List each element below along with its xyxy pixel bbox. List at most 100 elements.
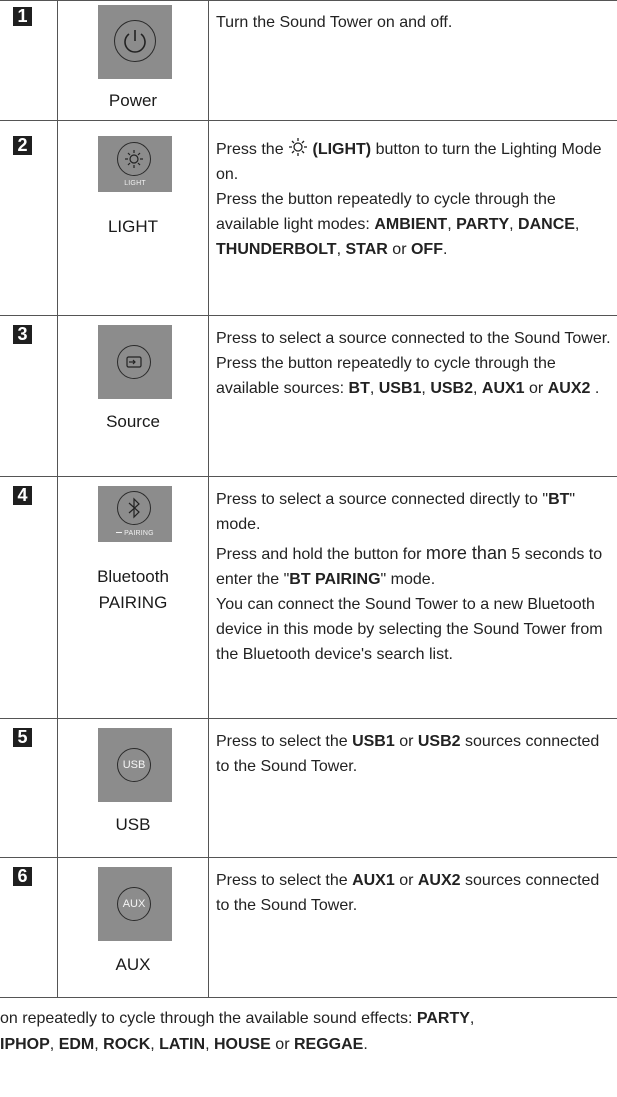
description-line: Press to select a source connected direc… bbox=[216, 487, 614, 537]
hold-dash-icon bbox=[116, 532, 123, 533]
bold-term: USB2 bbox=[430, 380, 473, 397]
button-label: PAIRING bbox=[98, 593, 168, 612]
text-run: or bbox=[270, 1036, 294, 1053]
description-line: Press the (LIGHT) button to turn the Lig… bbox=[216, 137, 614, 187]
bold-term: REGGAE bbox=[293, 1036, 364, 1053]
bold-term: PARTY bbox=[416, 1010, 470, 1027]
bold-term: THUNDERBOLT bbox=[216, 241, 337, 258]
icon-text: USB bbox=[122, 759, 146, 771]
table-row: 6 AUX AUX Press to select the AUX1 or AU… bbox=[0, 857, 617, 997]
bold-term: EDM bbox=[58, 1036, 95, 1053]
bold-term: ROCK bbox=[103, 1036, 151, 1053]
text-run: Press and hold the button for bbox=[216, 546, 426, 563]
bluetooth-button-illustration: PAIRING bbox=[98, 486, 172, 542]
bold-term: LATIN bbox=[159, 1036, 206, 1053]
bold-term: AUX2 bbox=[417, 872, 461, 889]
bold-term: AUX2 bbox=[547, 380, 591, 397]
source-button-illustration bbox=[98, 325, 172, 399]
row-description: Press the (LIGHT) button to turn the Lig… bbox=[216, 137, 614, 262]
bold-term: USB1 bbox=[352, 733, 395, 750]
bold-term: STAR bbox=[345, 241, 388, 258]
bluetooth-icon bbox=[117, 491, 151, 525]
bold-term: IPHOP bbox=[0, 1036, 50, 1053]
button-label: AUX bbox=[115, 955, 151, 974]
table-row: 4 PAIRING Bluetooth PAIRING Press to sel… bbox=[0, 476, 617, 718]
light-button-illustration: LIGHT bbox=[98, 136, 172, 192]
table-col-rule bbox=[57, 857, 58, 997]
row-description: Press to select the AUX1 or AUX2 sources… bbox=[216, 868, 614, 918]
row-number-badge: 2 bbox=[13, 136, 32, 155]
footer-line: IPHOP, EDM, ROCK, LATIN, HOUSE or REGGAE… bbox=[0, 1036, 368, 1053]
bold-term: AUX1 bbox=[481, 380, 525, 397]
button-label: USB bbox=[115, 815, 151, 834]
row-description: Turn the Sound Tower on and off. bbox=[216, 10, 614, 35]
usb-icon: USB bbox=[117, 748, 151, 782]
button-caption: LIGHT bbox=[124, 180, 146, 187]
bold-term: USB1 bbox=[378, 380, 422, 397]
bold-term: AUX1 bbox=[352, 872, 395, 889]
description-line: Press and hold the button for more than … bbox=[216, 541, 614, 592]
row-number-badge: 6 bbox=[13, 867, 32, 886]
text-run: Press the bbox=[216, 141, 289, 158]
power-button-illustration bbox=[98, 5, 172, 79]
bold-term: BT bbox=[548, 491, 570, 508]
text-run: . bbox=[363, 1036, 368, 1053]
row-number-badge: 1 bbox=[13, 7, 32, 26]
text-run: Press to select the bbox=[216, 733, 353, 750]
bold-term: USB2 bbox=[417, 733, 461, 750]
text-run: or bbox=[387, 241, 411, 258]
power-icon bbox=[114, 20, 156, 62]
bold-term: OFF bbox=[410, 241, 443, 258]
bold-term: (LIGHT) bbox=[312, 141, 372, 158]
description-line: Press the button repeatedly to cycle thr… bbox=[216, 355, 600, 397]
bold-term: HOUSE bbox=[213, 1036, 271, 1053]
icon-text: AUX bbox=[122, 898, 146, 910]
aux-button-illustration: AUX bbox=[98, 867, 172, 941]
button-label: Bluetooth bbox=[97, 567, 169, 586]
text-run: more than bbox=[425, 543, 507, 563]
description-line: You can connect the Sound Tower to a new… bbox=[216, 596, 603, 663]
description-line: Press to select a source connected to th… bbox=[216, 330, 611, 347]
bold-term: PARTY bbox=[456, 216, 510, 233]
description-line: Press to select the USB1 or USB2 sources… bbox=[216, 729, 614, 779]
row-description: Press to select a source connected direc… bbox=[216, 487, 614, 667]
button-label: Power bbox=[108, 91, 158, 110]
footer-line: on repeatedly to cycle through the avail… bbox=[0, 1006, 617, 1032]
table-col-rule bbox=[208, 857, 209, 997]
text-run: , bbox=[469, 1010, 475, 1027]
text-run: on repeatedly to cycle through the avail… bbox=[0, 1010, 417, 1027]
table-row: 5 USB USB Press to select the USB1 or US… bbox=[0, 718, 617, 857]
text-run: " mode. bbox=[380, 571, 436, 588]
button-label: LIGHT bbox=[107, 217, 159, 236]
bold-term: DANCE bbox=[518, 216, 575, 233]
aux-icon: AUX bbox=[117, 887, 151, 921]
text-run: or bbox=[394, 733, 418, 750]
caption-text: PAIRING bbox=[124, 530, 154, 537]
row-number-badge: 5 bbox=[13, 728, 32, 747]
table-row: 3 Source Press to select a source connec… bbox=[0, 315, 617, 476]
footer-text: on repeatedly to cycle through the avail… bbox=[0, 1006, 617, 1058]
description-line: Press the button repeatedly to cycle thr… bbox=[216, 191, 580, 258]
description-line: Turn the Sound Tower on and off. bbox=[216, 14, 453, 31]
row-number-badge: 3 bbox=[13, 325, 32, 344]
button-label: Source bbox=[106, 412, 160, 431]
text-run: or bbox=[524, 380, 548, 397]
table-rule bbox=[0, 997, 617, 998]
text-run: or bbox=[394, 872, 418, 889]
bold-term: AMBIENT bbox=[374, 216, 448, 233]
text-run: Press to select a source connected direc… bbox=[216, 491, 549, 508]
button-caption: PAIRING bbox=[98, 530, 172, 537]
row-number-badge: 4 bbox=[13, 486, 32, 505]
table-row: 1 Power Turn the Sound Tower on and off. bbox=[0, 0, 617, 120]
table-row: 2 LIGHT LIGHT Press the (LIGHT) button t… bbox=[0, 120, 617, 315]
bold-term: BT PAIRING bbox=[289, 571, 381, 588]
text-run: Press to select the bbox=[216, 872, 353, 889]
source-icon bbox=[117, 345, 151, 379]
bold-term: BT bbox=[348, 380, 370, 397]
light-icon bbox=[117, 142, 151, 176]
description-line: Press to select the AUX1 or AUX2 sources… bbox=[216, 868, 614, 918]
usb-button-illustration: USB bbox=[98, 728, 172, 802]
light-icon bbox=[288, 137, 308, 157]
row-description: Press to select the USB1 or USB2 sources… bbox=[216, 729, 614, 779]
row-description: Press to select a source connected to th… bbox=[216, 326, 614, 401]
